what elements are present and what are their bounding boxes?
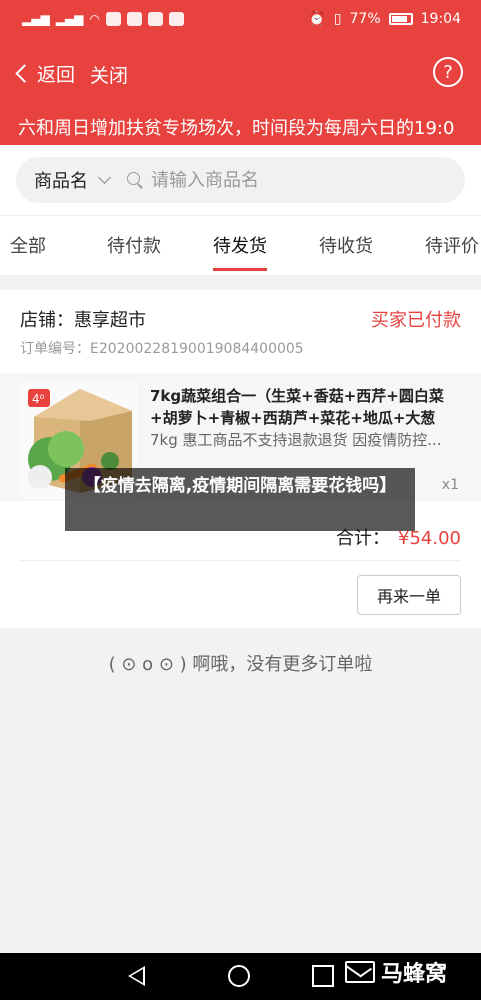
announcement-marquee: 六和周日增加扶贫专场场次，时间段为每周六日的19:0 bbox=[18, 118, 455, 139]
divider bbox=[20, 560, 461, 561]
app-icon bbox=[105, 12, 121, 26]
search-icon bbox=[127, 172, 143, 188]
back-button[interactable]: 返回 bbox=[15, 60, 76, 87]
product-title[interactable]: 7kg蔬菜组合一（生菜+香菇+西芹+圆白菜+胡萝卜+青椒+西葫芦+菜花+地瓜+大… bbox=[150, 385, 462, 429]
search-bar: 商品名 bbox=[16, 157, 465, 203]
search-type-label: 商品名 bbox=[34, 171, 88, 192]
app-icon bbox=[147, 12, 163, 26]
app-header: ▂▄▆ ▂▄▆ ◠ ⏰ ▯ 77% 19:04 返回 关闭 ? 六和周日增加扶贫… bbox=[0, 0, 481, 145]
shop-name[interactable]: 店铺：惠享超市 bbox=[20, 306, 146, 332]
thumb-badge: 4⁰ bbox=[32, 392, 45, 406]
product-description: 7kg 惠工商品不支持退款退货 因疫情防控... bbox=[150, 431, 442, 449]
battery-percent: 77% bbox=[349, 11, 381, 27]
article-caption-overlay: 【疫情去隔离,疫情期间隔离需要花钱吗】 bbox=[65, 468, 415, 531]
alarm-icon: ⏰ bbox=[308, 11, 326, 27]
system-home-icon[interactable] bbox=[228, 965, 250, 987]
system-back-icon[interactable] bbox=[128, 966, 145, 986]
signal-icon: ▂▄▆ bbox=[22, 12, 50, 26]
rebuy-button[interactable]: 再来一单 bbox=[357, 575, 461, 615]
status-bar: ▂▄▆ ▂▄▆ ◠ ⏰ ▯ 77% 19:04 bbox=[0, 0, 481, 42]
battery-icon bbox=[388, 13, 413, 25]
tab-all[interactable]: 全部 bbox=[10, 232, 46, 258]
help-button[interactable]: ? bbox=[433, 57, 463, 87]
app-icon bbox=[126, 12, 142, 26]
clock: 19:04 bbox=[420, 11, 461, 27]
mafengwo-logo-icon bbox=[345, 961, 375, 983]
status-left-icons: ▂▄▆ ▂▄▆ ◠ bbox=[22, 12, 184, 26]
mafengwo-watermark: 马蜂窝 bbox=[345, 956, 447, 988]
system-recents-icon[interactable] bbox=[312, 965, 334, 987]
search-section: 商品名 bbox=[0, 145, 481, 215]
app-icon bbox=[168, 12, 184, 26]
order-card[interactable]: 店铺：惠享超市 买家已付款 订单编号：E20200228190019084400… bbox=[0, 290, 481, 628]
search-type-dropdown[interactable]: 商品名 bbox=[16, 167, 111, 193]
status-right: ⏰ ▯ 77% 19:04 bbox=[308, 11, 461, 27]
vibrate-icon: ▯ bbox=[333, 11, 342, 27]
chevron-down-icon bbox=[98, 171, 111, 184]
chevron-left-icon bbox=[15, 64, 34, 83]
nav-row: 返回 关闭 ? bbox=[0, 52, 481, 96]
total-value: ¥54.00 bbox=[398, 528, 461, 549]
tab-pending-review[interactable]: 待评价 bbox=[425, 232, 479, 258]
active-tab-indicator bbox=[213, 268, 267, 271]
wifi-icon: ◠ bbox=[89, 12, 100, 26]
order-status-badge: 买家已付款 bbox=[371, 310, 461, 331]
tab-pending-shipment[interactable]: 待发货 bbox=[213, 232, 267, 258]
order-number: 订单编号：E20200228190019084400005 bbox=[20, 341, 304, 357]
tab-pending-payment[interactable]: 待付款 bbox=[107, 232, 161, 258]
order-tabs: 全部 待付款 待发货 待收货 待评价 bbox=[0, 215, 481, 275]
search-input[interactable] bbox=[151, 169, 411, 191]
close-button[interactable]: 关闭 bbox=[90, 61, 128, 88]
tab-pending-receipt[interactable]: 待收货 bbox=[319, 232, 373, 258]
question-mark-icon: ? bbox=[443, 61, 453, 83]
signal-icon: ▂▄▆ bbox=[55, 12, 84, 26]
no-more-orders-message: ( ⊙ o ⊙ ) 啊哦，没有更多订单啦 bbox=[108, 654, 373, 675]
watermark-text: 马蜂窝 bbox=[381, 962, 448, 987]
back-label: 返回 bbox=[37, 64, 76, 86]
product-quantity: x1 bbox=[441, 477, 459, 493]
